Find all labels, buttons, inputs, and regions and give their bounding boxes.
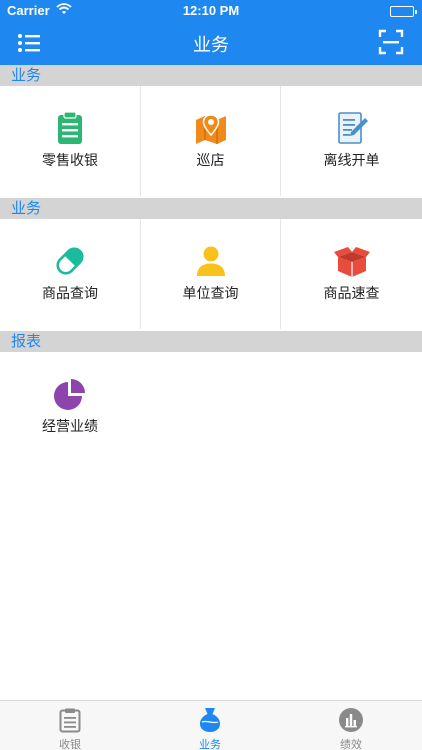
tab-checkout-label: 收银	[59, 739, 81, 750]
edit-document-icon	[337, 112, 368, 144]
offline-order-label: 离线开单	[323, 152, 380, 168]
tab-business[interactable]: 业务	[140, 701, 280, 750]
product-query-label: 商品查询	[42, 285, 98, 301]
tab-bar: 收银 业务 绩效	[0, 700, 422, 750]
business-performance-item[interactable]: 经营业绩	[0, 352, 140, 462]
query-grid: 商品查询 单位查询 商品速查	[0, 219, 422, 329]
open-box-icon	[333, 247, 370, 277]
status-bar: Carrier 12:10 PM	[0, 0, 422, 22]
store-patrol-label: 巡店	[196, 152, 225, 168]
business-performance-label: 经营业绩	[42, 418, 98, 434]
product-quick-lookup-label: 商品速查	[323, 285, 380, 301]
tab-performance-label: 绩效	[340, 739, 362, 750]
tab-checkout[interactable]: 收银	[0, 701, 140, 750]
map-pin-icon	[195, 114, 226, 144]
clipboard-icon	[59, 708, 81, 733]
tab-performance[interactable]: 绩效	[280, 701, 422, 750]
business-grid: 零售收银 巡店 离线开单	[0, 86, 422, 196]
product-quick-lookup-item[interactable]: 商品速查	[280, 219, 422, 329]
status-time: 12:10 PM	[182, 3, 240, 18]
scan-button[interactable]	[378, 29, 404, 55]
section-header-business-2: 业务	[0, 198, 422, 219]
reports-grid: 经营业绩	[0, 352, 422, 462]
bar-chart-icon	[339, 708, 363, 732]
person-icon	[196, 246, 225, 276]
battery-icon	[390, 6, 417, 17]
unit-query-item[interactable]: 单位查询	[140, 219, 280, 329]
pill-icon	[56, 247, 84, 275]
scan-icon	[378, 29, 404, 55]
section-header-business: 业务	[0, 65, 422, 86]
pie-chart-icon	[54, 379, 85, 410]
retail-checkout-label: 零售收银	[42, 152, 98, 168]
flask-icon	[200, 708, 220, 732]
nav-bar: 业务	[0, 22, 422, 65]
retail-checkout-item[interactable]: 零售收银	[0, 86, 140, 196]
section-header-reports: 报表	[0, 331, 422, 352]
product-query-item[interactable]: 商品查询	[0, 219, 140, 329]
unit-query-label: 单位查询	[182, 285, 239, 301]
offline-order-item[interactable]: 离线开单	[280, 86, 422, 196]
tab-business-label: 业务	[199, 739, 221, 750]
store-patrol-item[interactable]: 巡店	[140, 86, 280, 196]
clipboard-icon	[58, 111, 82, 144]
page-title: 业务	[193, 35, 229, 55]
